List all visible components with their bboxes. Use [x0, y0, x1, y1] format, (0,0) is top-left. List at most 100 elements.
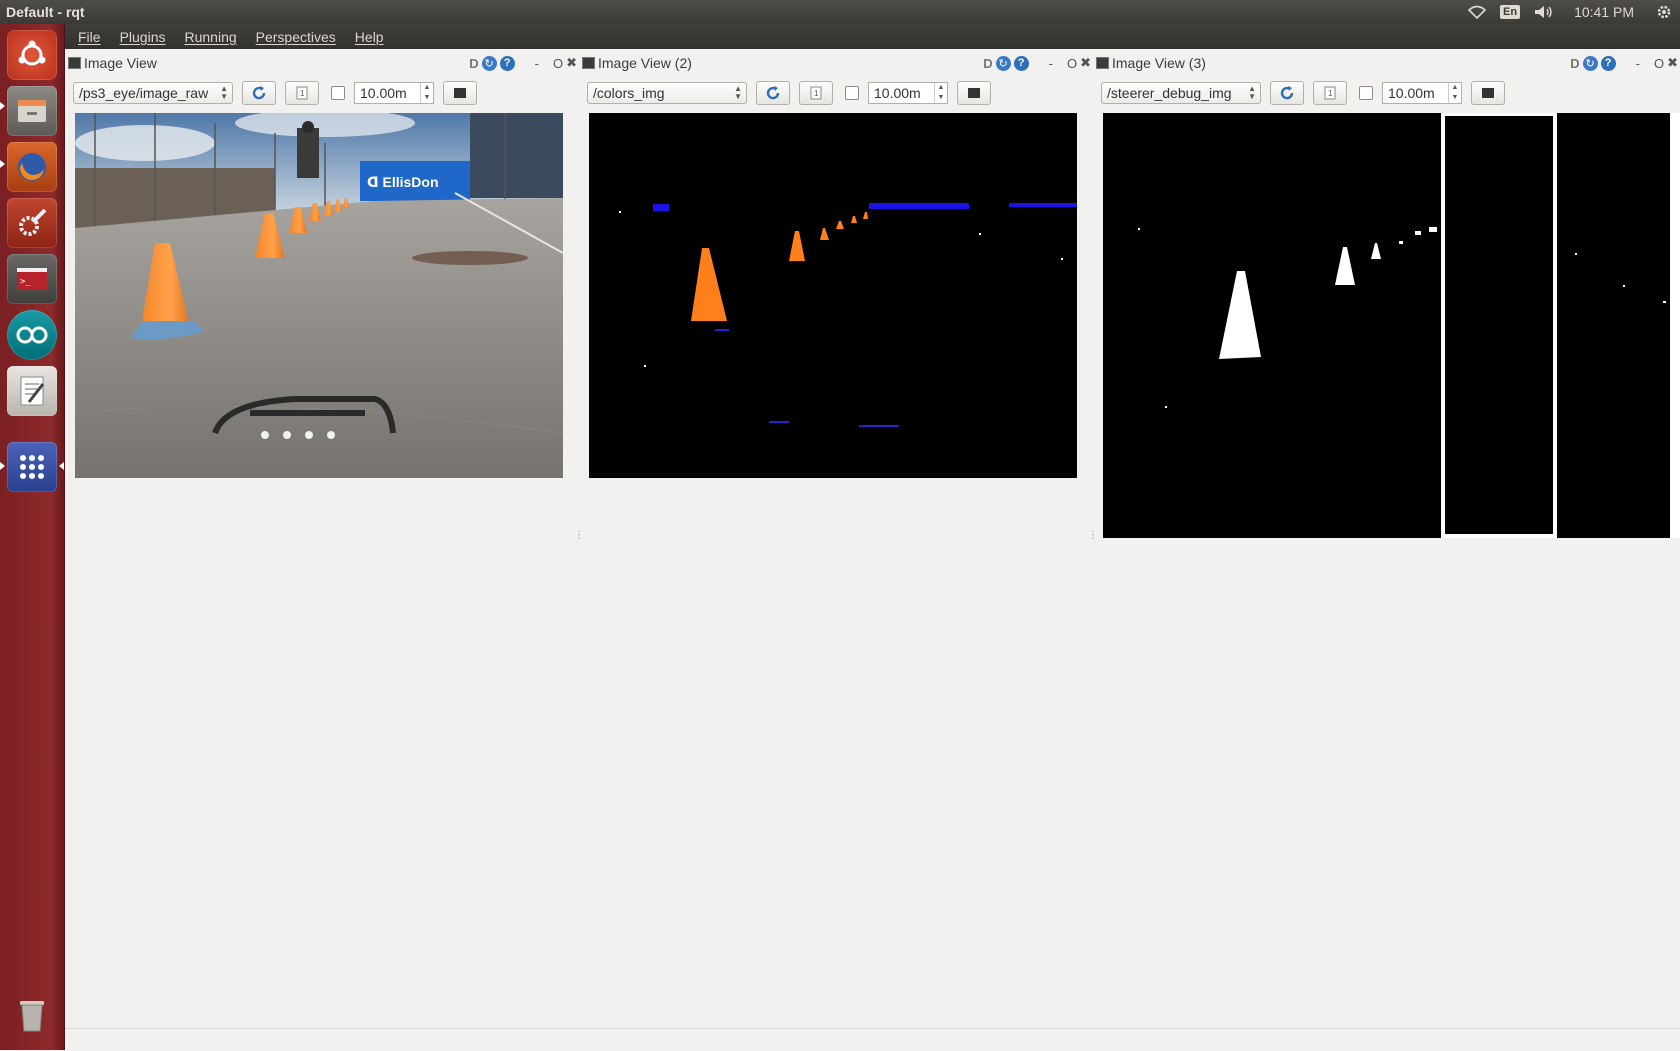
refresh-topics-button[interactable]: [242, 81, 276, 105]
float-button[interactable]: O: [553, 56, 563, 71]
gear-icon[interactable]: [1656, 4, 1672, 20]
menu-help[interactable]: Help: [355, 29, 384, 45]
ubuntu-dash-icon[interactable]: [7, 30, 57, 80]
refresh-icon: [252, 86, 266, 100]
panel-toolbar: /colors_img ▲ ▼ 1 10.00m ▲ ▼: [587, 80, 991, 106]
panel-title: Image View: [84, 55, 157, 71]
minimize-button[interactable]: -: [535, 56, 539, 71]
window-title: Default - rqt: [6, 4, 85, 20]
float-button[interactable]: O: [1654, 56, 1664, 71]
refresh-icon: [1280, 86, 1294, 100]
system-settings-icon[interactable]: [7, 198, 57, 248]
topic-select[interactable]: /ps3_eye/image_raw ▲ ▼: [73, 82, 233, 104]
close-button[interactable]: ✖: [1667, 55, 1678, 71]
firefox-icon[interactable]: [7, 142, 57, 192]
spin-arrows-icon[interactable]: ▲ ▼: [420, 83, 433, 103]
max-range-spinbox[interactable]: 10.00m ▲ ▼: [354, 82, 434, 104]
close-button[interactable]: ✖: [566, 55, 577, 71]
float-button[interactable]: O: [1067, 56, 1077, 71]
panel-toolbar: /steerer_debug_img ▲ ▼ 1 10.00m ▲ ▼: [1101, 80, 1505, 106]
window-icon: [1096, 57, 1109, 69]
zoom-reset-icon: 1: [296, 86, 308, 100]
trash-icon[interactable]: [7, 990, 57, 1040]
svg-text:1: 1: [814, 89, 819, 98]
reload-icon[interactable]: ↻: [481, 55, 497, 71]
topic-select-value: /steerer_debug_img: [1107, 85, 1232, 101]
zoom-1-button[interactable]: 1: [799, 81, 833, 105]
menu-plugins[interactable]: Plugins: [120, 29, 166, 45]
dynamic-range-checkbox[interactable]: [1359, 86, 1373, 100]
save-icon: [1482, 88, 1494, 98]
help-icon[interactable]: ?: [1013, 55, 1029, 71]
svg-text:>_: >_: [20, 277, 31, 287]
save-image-button[interactable]: [443, 81, 477, 105]
wifi-icon[interactable]: [1468, 5, 1486, 19]
refresh-topics-button[interactable]: [756, 81, 790, 105]
status-bar: [65, 1028, 1680, 1051]
close-button[interactable]: ✖: [1080, 55, 1091, 71]
help-icon[interactable]: ?: [1600, 55, 1616, 71]
panel-title: Image View (2): [598, 55, 692, 71]
panel-d-button[interactable]: D: [469, 56, 478, 71]
max-range-value: 10.00m: [1388, 85, 1435, 101]
zoom-reset-icon: 1: [810, 86, 822, 100]
svg-text:1: 1: [1328, 89, 1333, 98]
splitter-handle[interactable]: ⋮: [1088, 530, 1098, 541]
apps-grid-icon[interactable]: [7, 442, 57, 492]
volume-icon[interactable]: [1534, 5, 1554, 19]
spin-arrows-icon[interactable]: ▲ ▼: [1448, 83, 1461, 103]
save-icon: [454, 88, 466, 98]
panel-title-bar[interactable]: Image View (3) D ↻ ? - O ✖: [1093, 53, 1680, 73]
topic-select[interactable]: /steerer_debug_img ▲ ▼: [1101, 82, 1261, 104]
dynamic-range-checkbox[interactable]: [331, 86, 345, 100]
topic-select-value: /ps3_eye/image_raw: [79, 85, 209, 101]
help-icon[interactable]: ?: [499, 55, 515, 71]
zoom-1-button[interactable]: 1: [1313, 81, 1347, 105]
launcher-focused-indicator: [59, 462, 64, 470]
clock[interactable]: 10:41 PM: [1574, 4, 1634, 20]
image-view-panel-1: Image View D ↻ ? - O ✖ /ps3_eye/image_ra…: [65, 49, 579, 539]
panel-d-button[interactable]: D: [1570, 56, 1579, 71]
panel-title-bar[interactable]: Image View (2) D ↻ ? - O ✖: [579, 53, 1093, 73]
unity-launcher: >_: [0, 24, 65, 1050]
zoom-1-button[interactable]: 1: [285, 81, 319, 105]
files-icon[interactable]: [7, 86, 57, 136]
minimize-button[interactable]: -: [1049, 56, 1053, 71]
launcher-running-indicator: [0, 160, 5, 168]
image-view-panel-3: Image View (3) D ↻ ? - O ✖ /steerer_debu…: [1093, 49, 1680, 539]
spin-arrows-icon[interactable]: ▲ ▼: [934, 83, 947, 103]
reload-icon[interactable]: ↻: [995, 55, 1011, 71]
splitter-handle[interactable]: ⋮: [574, 530, 584, 541]
combo-arrows-icon: ▲ ▼: [1248, 84, 1256, 101]
menu-file[interactable]: File: [78, 29, 101, 45]
keyboard-language-indicator[interactable]: En: [1500, 5, 1521, 19]
save-image-button[interactable]: [957, 81, 991, 105]
panel-title-bar[interactable]: Image View D ↻ ? - O ✖: [65, 53, 579, 73]
window-icon: [582, 57, 595, 69]
launcher-running-indicator: [0, 462, 5, 470]
max-range-spinbox[interactable]: 10.00m ▲ ▼: [868, 82, 948, 104]
refresh-topics-button[interactable]: [1270, 81, 1304, 105]
topic-select-value: /colors_img: [593, 85, 665, 101]
topic-select[interactable]: /colors_img ▲ ▼: [587, 82, 747, 104]
launcher-running-indicator: [0, 102, 5, 110]
minimize-button[interactable]: -: [1636, 56, 1640, 71]
save-image-button[interactable]: [1471, 81, 1505, 105]
arduino-icon[interactable]: [7, 310, 57, 360]
dynamic-range-checkbox[interactable]: [845, 86, 859, 100]
colors-image[interactable]: [589, 113, 1077, 478]
steerer-debug-image[interactable]: [1103, 113, 1680, 538]
svg-text:1: 1: [300, 89, 305, 98]
zoom-reset-icon: 1: [1324, 86, 1336, 100]
reload-icon[interactable]: ↻: [1582, 55, 1598, 71]
panel-d-button[interactable]: D: [983, 56, 992, 71]
menu-perspectives[interactable]: Perspectives: [256, 29, 336, 45]
system-top-bar: Default - rqt En 10:41 PM: [0, 0, 1680, 24]
terminal-icon[interactable]: >_: [7, 254, 57, 304]
camera-raw-image[interactable]: ᗡ EllisDon: [75, 113, 563, 478]
menu-running[interactable]: Running: [184, 29, 236, 45]
panel-title: Image View (3): [1112, 55, 1206, 71]
text-editor-icon[interactable]: [7, 366, 57, 416]
image-view-panel-2: Image View (2) D ↻ ? - O ✖ /colors_img ▲…: [579, 49, 1093, 539]
max-range-spinbox[interactable]: 10.00m ▲ ▼: [1382, 82, 1462, 104]
